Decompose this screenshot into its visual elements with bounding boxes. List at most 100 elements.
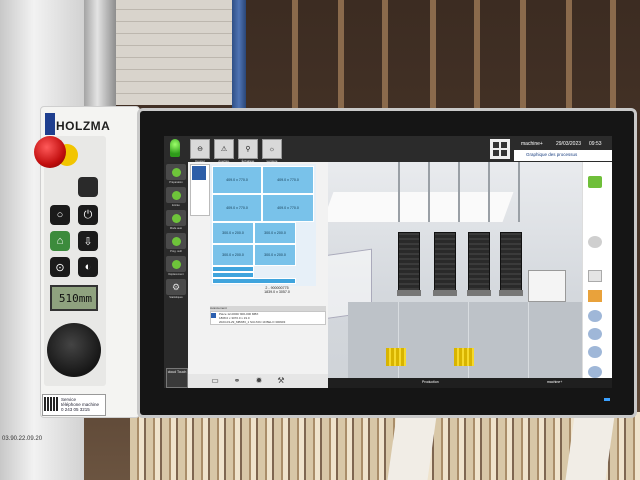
plan-part[interactable]: 409.0 x 770.0	[212, 194, 262, 222]
light-toggle-button[interactable]: ☼	[262, 139, 282, 159]
machine-3d-view[interactable]	[328, 162, 582, 384]
pressure-beam	[500, 232, 522, 294]
beam-base	[433, 290, 457, 296]
override-knob[interactable]	[47, 323, 101, 377]
plan-part[interactable]: 409.0 x 770.0	[262, 166, 314, 194]
warning-button[interactable]: ⚠	[214, 139, 234, 159]
start-button[interactable]: ○	[50, 205, 70, 225]
table-row[interactable]: Pièce 12-0000/ 900-000 MBX 1808.0 x 3070…	[210, 311, 326, 325]
position-unit: mm	[78, 291, 92, 305]
sidebar-button-entry[interactable]	[166, 187, 186, 203]
tools-icon[interactable]: ⚒	[276, 376, 286, 385]
holzma-logo-mark	[45, 113, 55, 135]
machine-name: machine+	[521, 141, 543, 147]
chair-icon: ⚲	[245, 146, 251, 153]
sidebar-button-stats[interactable]: ⚙	[166, 279, 186, 295]
status-light-icon	[170, 139, 180, 157]
power-led	[604, 398, 610, 401]
process-ok-icon[interactable]	[588, 176, 602, 188]
blue-rack-pillar	[232, 0, 246, 110]
table-seam	[468, 302, 469, 384]
beam-base	[467, 290, 491, 296]
gauge-icon[interactable]	[588, 236, 602, 248]
status-dot-icon	[171, 236, 181, 246]
rail	[428, 162, 430, 222]
clock-icon[interactable]	[588, 310, 602, 322]
home-button[interactable]: ⌂	[50, 231, 70, 251]
beam-base	[499, 290, 523, 296]
status-dot-icon	[171, 213, 181, 223]
warning-icon: ⚠	[220, 146, 228, 153]
reset-button[interactable]: ⊙	[50, 257, 70, 277]
status-dot-icon	[171, 190, 181, 200]
apps-grid-icon[interactable]	[490, 139, 510, 159]
shelf-divider	[520, 0, 526, 108]
brick-wall	[95, 0, 235, 105]
plan-part[interactable]: 409.0 x 770.0	[212, 166, 262, 194]
sidebar-label: Prog. outil	[170, 250, 182, 253]
extraction-pipe	[82, 0, 116, 110]
chair-button[interactable]: ⚲	[238, 139, 258, 159]
sidebar-button-move[interactable]	[166, 256, 186, 272]
light-button[interactable]: ◐	[78, 257, 98, 277]
plan-part[interactable]: 300.0 x 200.0	[212, 244, 254, 266]
time: 09:53	[589, 141, 602, 147]
plan-strip	[212, 278, 296, 284]
tool-icon[interactable]	[588, 290, 602, 302]
plan-caption: 2 - 900000775 1839.0 x 3057.0	[252, 286, 302, 294]
row-flag-icon	[211, 313, 216, 318]
settings-icon[interactable]: ✹	[254, 376, 264, 385]
rail	[398, 162, 400, 222]
plan-part[interactable]: 300.0 x 200.0	[212, 222, 254, 244]
sticker-line: 0 243 05 3215	[61, 407, 90, 412]
shelf-divider	[610, 0, 616, 108]
table-seam	[528, 302, 529, 384]
machine-tab[interactable]: machine+	[547, 380, 562, 384]
saw-carriage	[328, 192, 514, 222]
row-text: 2023-03-29_MBX83_1 SULTAN 19 BELO 300903	[219, 320, 286, 324]
sidebar-button-auto[interactable]	[166, 210, 186, 226]
light-icon: ☼	[268, 145, 276, 153]
cloud-touch-logo: cloud Touch	[166, 368, 188, 388]
stop-button[interactable]: ⊖	[190, 139, 210, 159]
gear-icon: ⚙	[171, 281, 181, 292]
plan-part[interactable]: 300.0 x 200.0	[254, 244, 296, 266]
clock-icon[interactable]	[588, 328, 602, 340]
clock-icon[interactable]	[588, 346, 602, 358]
power-button[interactable]: ⏻	[78, 205, 98, 225]
plan-part[interactable]: 409.0 x 770.0	[262, 194, 314, 222]
status-dot-icon	[171, 167, 181, 177]
plan-caption-line: 1839.0 x 3057.0	[264, 290, 290, 294]
key-switch[interactable]	[78, 177, 98, 197]
shelf-divider	[430, 0, 436, 108]
rail	[458, 162, 460, 222]
shelf-divider	[338, 0, 344, 108]
sidebar-label: Déplacement	[168, 273, 184, 276]
clamp-button[interactable]: ⇩	[78, 231, 98, 251]
date: 29/03/2023	[556, 141, 582, 147]
production-tab[interactable]: Production	[422, 380, 439, 384]
stop-icon: ⊖	[197, 146, 203, 153]
side-cabinet	[528, 270, 566, 302]
network-icon[interactable]: ⚭	[232, 376, 242, 385]
sheet-icon[interactable]	[588, 270, 602, 282]
shelf-divider	[382, 0, 388, 108]
machine-table	[348, 302, 582, 384]
sidebar-button-tool[interactable]	[166, 233, 186, 249]
clock-icon[interactable]	[588, 366, 602, 378]
plan-part[interactable]: 300.0 x 200.0	[254, 222, 296, 244]
sidebar-label: Entrée	[172, 204, 180, 207]
shelf-divider	[292, 0, 298, 108]
rail	[518, 162, 520, 222]
pressure-beam	[434, 232, 456, 294]
gripper	[454, 348, 474, 366]
bottom-bar	[328, 378, 612, 388]
sidebar-button-preparation[interactable]	[166, 164, 186, 180]
touchscreen: ⊖ Couper ⚠ Avertiss. ⚲ Échafage ☼ Lumièr…	[164, 136, 612, 388]
view-subtitle: Graphique des processus	[526, 152, 578, 157]
emergency-stop-button[interactable]	[34, 136, 66, 168]
pressure-beam	[468, 232, 490, 294]
position-value: 510	[58, 291, 79, 305]
part-thumbnail-image	[192, 166, 206, 180]
display-icon[interactable]: ▭	[210, 376, 220, 385]
